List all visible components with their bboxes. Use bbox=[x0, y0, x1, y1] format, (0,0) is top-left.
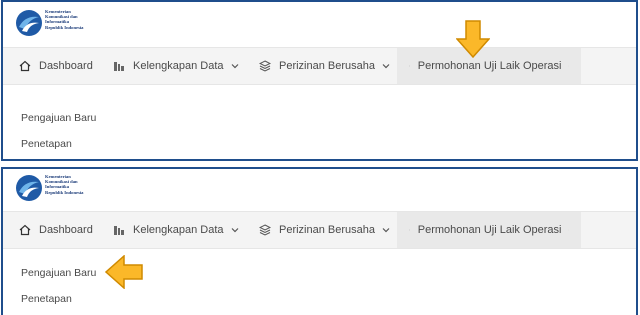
chevron-down-icon bbox=[382, 64, 390, 69]
layers-icon bbox=[259, 60, 271, 72]
arrow-down-icon bbox=[456, 20, 490, 58]
menu-item-penetapan[interactable]: Penetapan bbox=[21, 293, 72, 305]
chevron-down-icon bbox=[231, 64, 238, 69]
nav-kelengkapan-data[interactable]: Kelengkapan Data bbox=[113, 212, 239, 248]
menu-item-pengajuan-baru[interactable]: Pengajuan Baru bbox=[21, 267, 96, 279]
nav-label: Permohonan Uji Laik Operasi bbox=[417, 224, 562, 236]
nav-label: Dashboard bbox=[39, 224, 93, 236]
data-icon bbox=[114, 226, 124, 235]
logo-line: Republik Indonesia bbox=[45, 24, 84, 30]
screenshot-panel-top: Kementerian Komunikasi dan Informatika R… bbox=[1, 0, 638, 161]
chevron-down-icon bbox=[568, 65, 569, 67]
menu-item-pengajuan-baru[interactable]: Pengajuan Baru bbox=[21, 112, 96, 124]
nav-kelengkapan-data[interactable]: Kelengkapan Data bbox=[113, 48, 239, 84]
data-icon bbox=[114, 62, 124, 71]
kominfo-logo-icon[interactable] bbox=[15, 9, 43, 37]
chevron-down-icon bbox=[568, 229, 569, 231]
nav-dashboard[interactable]: Dashboard bbox=[19, 212, 93, 248]
arrow-left-icon bbox=[105, 255, 143, 289]
nav-label: Kelengkapan Data bbox=[133, 224, 224, 236]
header-logo-bar: Kementerian Komunikasi dan Informatika R… bbox=[3, 2, 636, 42]
nav-perizinan-berusaha[interactable]: Perizinan Berusaha bbox=[259, 48, 390, 84]
main-navbar: Dashboard Kelengkapan Data Perizinan Ber… bbox=[3, 47, 636, 85]
chevron-down-icon bbox=[231, 228, 238, 233]
home-icon bbox=[19, 224, 31, 236]
nav-perizinan-berusaha[interactable]: Perizinan Berusaha bbox=[259, 212, 390, 248]
header-logo-bar: Kementerian Komunikasi dan Informatika R… bbox=[3, 169, 636, 209]
layers-icon bbox=[259, 224, 271, 236]
nav-dashboard[interactable]: Dashboard bbox=[19, 48, 93, 84]
nav-label: Dashboard bbox=[39, 60, 93, 72]
layers-icon bbox=[409, 65, 410, 67]
nav-label: Perizinan Berusaha bbox=[279, 224, 376, 236]
kominfo-logo-icon[interactable] bbox=[15, 174, 43, 202]
nav-label: Permohonan Uji Laik Operasi bbox=[417, 60, 562, 72]
nav-permohonan-ulo[interactable]: Permohonan Uji Laik Operasi bbox=[397, 212, 581, 248]
layers-icon bbox=[409, 229, 410, 231]
logo-text: Kementerian Komunikasi dan Informatika R… bbox=[45, 174, 115, 195]
chevron-down-icon bbox=[382, 228, 390, 233]
home-icon bbox=[19, 60, 31, 72]
nav-label: Kelengkapan Data bbox=[133, 60, 224, 72]
logo-line: Republik Indonesia bbox=[45, 189, 84, 195]
main-navbar: Dashboard Kelengkapan Data Perizinan Ber… bbox=[3, 211, 636, 249]
menu-item-penetapan[interactable]: Penetapan bbox=[21, 138, 72, 150]
logo-text: Kementerian Komunikasi dan Informatika R… bbox=[45, 9, 115, 30]
screenshot-panel-bottom: Kementerian Komunikasi dan Informatika R… bbox=[1, 167, 638, 315]
nav-label: Perizinan Berusaha bbox=[279, 60, 376, 72]
